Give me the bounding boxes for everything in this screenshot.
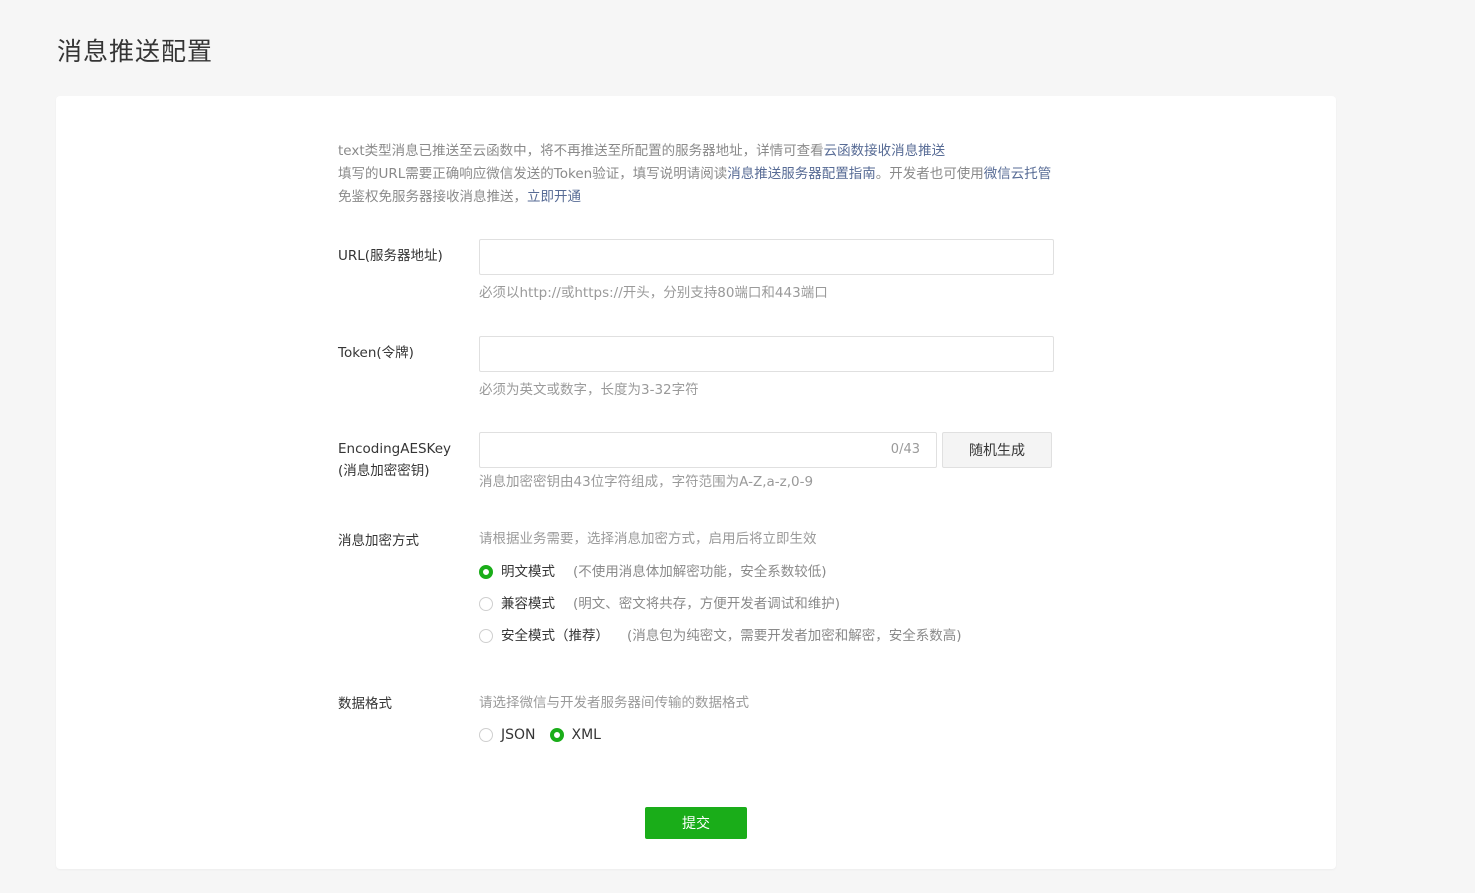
cloud-hosting-link[interactable]: 微信云托管 (984, 166, 1052, 182)
encrypt-option-compatible[interactable]: 兼容模式 (明文、密文将共存，方便开发者调试和维护) (479, 594, 840, 614)
notice-line2-tail: 免鉴权免服务器接收消息推送， (338, 189, 527, 205)
url-input[interactable] (479, 239, 1054, 275)
radio-unchecked-icon[interactable] (479, 597, 493, 611)
format-option-json[interactable]: JSON (479, 725, 536, 745)
format-option-label[interactable]: JSON (501, 725, 536, 745)
notice-line2-mid: 。开发者也可使用 (875, 166, 984, 182)
generate-random-button[interactable]: 随机生成 (942, 432, 1052, 468)
format-option-xml[interactable]: XML (549, 725, 601, 745)
server-config-guide-link[interactable]: 消息推送服务器配置指南 (727, 166, 876, 182)
data-format-label: 数据格式 (338, 696, 392, 712)
encrypt-option-desc: (消息包为纯密文，需要开发者加密和解密，安全系数高) (627, 628, 962, 644)
aes-key-label-line2: (消息加密密钥) (338, 463, 430, 479)
encrypt-option-label[interactable]: 兼容模式 (501, 594, 555, 614)
notice-line2-text: 填写的URL需要正确响应微信发送的Token验证，填写说明请阅读 (338, 166, 728, 182)
notice-line-1: text类型消息已推送至云函数中，将不再推送至所配置的服务器地址，详情可查看云函… (338, 140, 1058, 163)
data-format-hint: 请选择微信与开发者服务器间传输的数据格式 (479, 695, 749, 711)
radio-checked-icon[interactable] (479, 565, 493, 579)
encrypt-option-desc: (不使用消息体加解密功能，安全系数较低) (573, 564, 827, 580)
config-card: text类型消息已推送至云函数中，将不再推送至所配置的服务器地址，详情可查看云函… (56, 96, 1336, 869)
radio-unchecked-icon[interactable] (479, 728, 493, 742)
aes-key-hint: 消息加密密钥由43位字符组成，字符范围为A-Z,a-z,0-9 (479, 474, 814, 490)
page-title: 消息推送配置 (57, 37, 214, 66)
url-hint: 必须以http://或https://开头，分别支持80端口和443端口 (479, 285, 828, 301)
notice-text: text类型消息已推送至云函数中，将不再推送至所配置的服务器地址，详情可查看云函… (338, 140, 1058, 209)
encrypt-mode-hint: 请根据业务需要，选择消息加密方式，启用后将立即生效 (479, 531, 817, 547)
notice-line1-text: text类型消息已推送至云函数中，将不再推送至所配置的服务器地址，详情可查看 (338, 143, 824, 159)
format-option-label[interactable]: XML (572, 725, 601, 745)
encrypt-option-plaintext[interactable]: 明文模式 (不使用消息体加解密功能，安全系数较低) (479, 562, 827, 582)
notice-line-2: 填写的URL需要正确响应微信发送的Token验证，填写说明请阅读消息推送服务器配… (338, 163, 1058, 209)
token-input[interactable] (479, 336, 1054, 372)
cloud-function-link[interactable]: 云函数接收消息推送 (824, 143, 946, 159)
aes-key-field: 0/43 (479, 432, 937, 468)
encrypt-option-label[interactable]: 明文模式 (501, 562, 555, 582)
aes-key-input[interactable] (480, 433, 880, 465)
token-hint: 必须为英文或数字，长度为3-32字符 (479, 382, 699, 398)
radio-checked-icon[interactable] (549, 728, 564, 742)
encrypt-option-secure[interactable]: 安全模式（推荐） (消息包为纯密文，需要开发者加密和解密，安全系数高) (479, 626, 962, 646)
aes-key-counter: 0/43 (890, 442, 920, 457)
activate-now-link[interactable]: 立即开通 (527, 189, 581, 205)
token-label: Token(令牌) (338, 345, 414, 361)
encrypt-option-desc: (明文、密文将共存，方便开发者调试和维护) (573, 596, 841, 612)
data-format-options: JSON XML (479, 725, 615, 745)
aes-key-label: EncodingAESKey (消息加密密钥) (338, 438, 451, 482)
aes-key-label-line1: EncodingAESKey (338, 441, 452, 457)
encrypt-option-label[interactable]: 安全模式（推荐） (501, 626, 609, 646)
radio-unchecked-icon[interactable] (479, 629, 493, 643)
submit-button[interactable]: 提交 (645, 807, 747, 839)
encrypt-mode-label: 消息加密方式 (338, 533, 419, 549)
url-label: URL(服务器地址) (338, 248, 443, 264)
